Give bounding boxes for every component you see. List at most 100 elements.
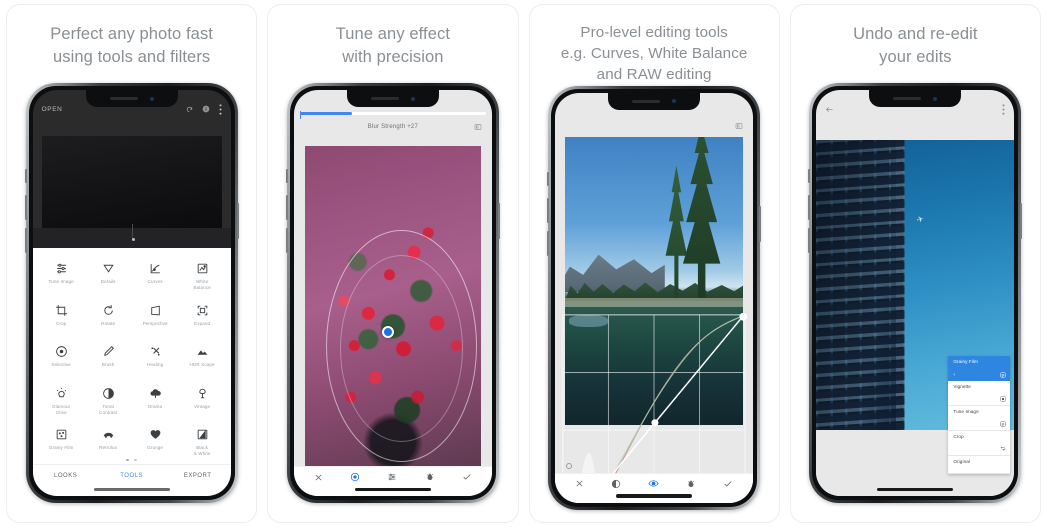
tool-crop[interactable]: Crop [38,297,85,339]
edit-stack-label: Vignette [953,384,971,389]
card-headline: Pro-level editing tools e.g. Curves, Whi… [560,24,748,83]
overflow-menu-icon[interactable] [219,103,222,115]
tab-export[interactable]: EXPORT [165,473,231,479]
crop-icon [55,303,68,318]
blur-ellipse-inner[interactable] [340,255,464,443]
sliders-icon[interactable] [387,472,397,482]
phone-bezel: OPEN Tune Image Details Curves White Bal… [28,86,235,500]
tool-label: Black & White [193,445,211,457]
edit-stack-item-grainy-film[interactable]: Grainy Film ‹ [948,356,1011,381]
eye-icon[interactable] [648,478,659,489]
glamour-glow-icon [55,386,68,401]
tab-looks[interactable]: LOOKS [33,473,99,479]
mask-icon[interactable] [1000,396,1006,402]
page-dot[interactable] [126,459,130,461]
compare-icon[interactable] [735,117,743,135]
editor-toolbar [293,466,492,496]
tool-retrolux[interactable]: Retrolux [85,421,132,457]
retrolux-icon [102,427,115,442]
tab-tools[interactable]: TOOLS [99,473,165,479]
edit-settings-icon[interactable] [1000,421,1006,427]
phone-screen [555,92,754,503]
check-icon[interactable] [462,472,472,482]
phone-screen: ✈ Grainy Film ‹ Vignette Tune Image Crop… [816,90,1015,496]
check-icon[interactable] [723,479,733,489]
edit-stack-item-tune-image[interactable]: Tune Image [948,406,1011,431]
revert-icon[interactable] [1000,446,1006,452]
feature-card-undo: Undo and re-edit your edits ✈ Grainy Fil… [789,4,1041,523]
overflow-menu-icon[interactable] [1002,103,1005,115]
slider-origin-tick [299,111,301,119]
edit-settings-icon[interactable] [1000,372,1006,378]
tool-tune-image[interactable]: Tune Image [38,255,85,297]
tune-image-icon [55,261,68,276]
phone-mute-switch [285,169,288,183]
tool-label: Perspective [142,320,168,326]
rotate-icon[interactable] [186,106,193,113]
vintage-icon [196,386,209,401]
strength-slider[interactable] [299,111,486,119]
phone-volume-up [808,195,811,220]
mountain-range [565,254,665,293]
blur-drop-icon[interactable] [425,472,435,482]
phone-mute-switch [547,171,550,186]
tool-details[interactable]: Details [85,255,132,297]
compare-icon[interactable] [474,118,482,136]
phone-bezel: Blur Strength +27 [289,86,496,500]
tool-glamour-glow[interactable]: Glamour Glow [38,380,85,422]
brush-icon [102,344,115,359]
close-icon[interactable] [575,479,584,488]
info-icon[interactable] [202,105,210,113]
blur-drop-icon[interactable] [686,479,696,489]
tool-perspective[interactable]: Perspective [132,297,179,339]
airplane-icon: ✈ [916,214,926,226]
photo-preview[interactable] [304,146,481,468]
effect-title: Blur Strength +27 [367,124,418,130]
tool-grid: Tune Image Details Curves White Balance … [33,248,231,457]
contrast-icon[interactable] [611,479,621,489]
close-icon[interactable] [314,473,323,482]
phone-volume-down [285,228,288,253]
tool-tonal-contrast[interactable]: Tonal Contrast [85,380,132,422]
phone-mockup: OPEN Tune Image Details Curves White Bal… [24,83,239,503]
curves-reset-handle[interactable] [566,462,573,469]
tool-label: Details [100,279,116,284]
tool-black-white[interactable]: Black & White [179,421,226,457]
photo-pointer-dot [131,238,135,241]
tool-healing[interactable]: Healing [132,338,179,380]
slider-fill [299,112,352,115]
tool-expand[interactable]: Expand [179,297,226,339]
rotate-icon [102,303,115,318]
tool-rotate[interactable]: Rotate [85,297,132,339]
speaker-grille [632,99,661,103]
tool-grainy-film[interactable]: Grainy Film [38,421,85,457]
feature-card-precision: Tune any effect with precision Blur Stre… [267,4,519,523]
back-chevron-icon[interactable]: ‹ [953,372,955,378]
tool-drama[interactable]: Drama [132,380,179,422]
tool-label: HDR Scape [189,362,215,368]
open-label[interactable]: OPEN [42,106,63,113]
tool-label: Expand [194,320,211,326]
tool-hdr-scape[interactable]: HDR Scape [179,338,226,380]
tool-curves[interactable]: Curves [132,255,179,297]
phone-power-button [759,205,762,242]
tool-vintage[interactable]: Vintage [179,380,226,422]
tool-brush[interactable]: Brush [85,338,132,380]
phone-notch [346,90,439,107]
tool-selective[interactable]: Selective [38,338,85,380]
lens-blur-target-icon[interactable] [350,472,360,482]
tool-label: Selective [51,362,71,368]
tool-label: Brush [101,362,115,368]
phone-volume-up [547,197,550,223]
tool-grunge[interactable]: Grunge [132,421,179,457]
edit-stack-item-crop[interactable]: Crop [948,431,1011,456]
tool-label: Retrolux [99,445,118,451]
page-dot[interactable] [134,459,138,461]
edit-stack-item-original[interactable]: Original [948,456,1011,474]
effect-title-bar [555,117,753,135]
tool-white-balance[interactable]: White Balance [179,255,226,297]
phone-mockup [547,85,762,510]
phone-volume-down [547,230,550,256]
edit-stack-item-vignette[interactable]: Vignette [948,381,1011,406]
back-arrow-icon[interactable] [825,105,834,114]
